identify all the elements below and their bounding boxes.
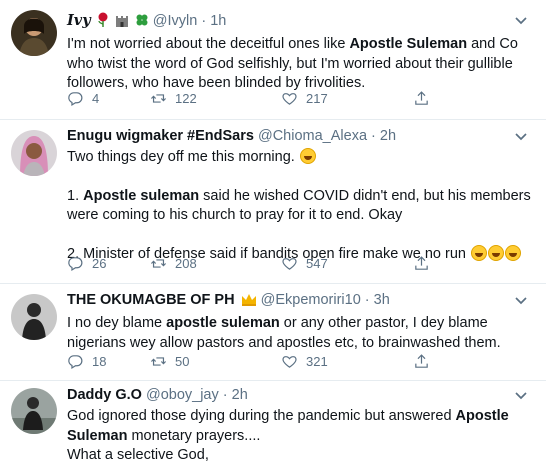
reply-button[interactable]: 18 bbox=[67, 353, 150, 370]
like-button[interactable]: 217 bbox=[281, 90, 413, 107]
highlighted-keyword: Apostle Suleman bbox=[349, 36, 468, 52]
highlighted-keyword: apostle suleman bbox=[166, 315, 280, 331]
separator-dot: · bbox=[364, 292, 370, 308]
like-button[interactable]: 547 bbox=[281, 255, 413, 272]
handle[interactable]: @oboy_jay bbox=[146, 387, 219, 403]
reply-count: 18 bbox=[92, 353, 107, 369]
like-count: 321 bbox=[306, 353, 328, 369]
avatar[interactable] bbox=[11, 294, 57, 340]
highlighted-keyword: Apostle suleman bbox=[83, 187, 200, 204]
tweet-text-run: Two things dey off me this morning. bbox=[67, 149, 299, 165]
tweet-paragraph: God ignored those dying during the pande… bbox=[67, 407, 536, 466]
more-icon[interactable] bbox=[510, 292, 532, 308]
share-button[interactable] bbox=[413, 353, 438, 370]
retweet-button[interactable]: 122 bbox=[150, 90, 281, 107]
reply-button[interactable]: 4 bbox=[67, 90, 150, 107]
share-icon bbox=[415, 255, 428, 270]
separator-dot: · bbox=[371, 128, 376, 144]
display-name[interactable]: Ivy bbox=[67, 12, 91, 29]
tweet-paragraph: Two things dey off me this morning. bbox=[67, 148, 536, 168]
reply-button[interactable]: 26 bbox=[67, 255, 150, 272]
retweet-icon bbox=[150, 356, 167, 366]
tweet-actions: 26 208 547 bbox=[67, 253, 536, 273]
retweet-count: 50 bbox=[175, 353, 190, 369]
rose-emoji bbox=[97, 12, 109, 33]
share-button[interactable] bbox=[413, 255, 438, 272]
share-icon bbox=[415, 353, 428, 368]
retweet-button[interactable]: 50 bbox=[150, 353, 281, 370]
timestamp[interactable]: 3h bbox=[374, 292, 390, 308]
tweet-text-run: I'm not worried about the deceitful ones… bbox=[67, 36, 350, 52]
handle[interactable]: @Ekpemoriri10 bbox=[261, 292, 361, 308]
tweet-text: I'm not worried about the deceitful ones… bbox=[67, 35, 536, 94]
retweet-icon bbox=[150, 258, 167, 268]
timestamp[interactable]: 2h bbox=[380, 128, 396, 144]
more-icon[interactable] bbox=[510, 128, 532, 144]
tweet-text: God ignored those dying during the pande… bbox=[67, 407, 536, 466]
like-count: 217 bbox=[306, 90, 328, 106]
like-icon bbox=[282, 257, 297, 270]
like-count: 547 bbox=[306, 255, 328, 271]
share-button[interactable] bbox=[413, 90, 438, 107]
reply-icon bbox=[68, 256, 83, 271]
crown-emoji bbox=[241, 293, 257, 312]
share-icon bbox=[415, 90, 428, 105]
tweet-text-run: I no dey blame bbox=[67, 315, 167, 331]
tweet-text: Two things dey off me this morning. 1. A… bbox=[67, 148, 536, 264]
tweet-actions: 18 50 321 bbox=[67, 351, 536, 371]
retweet-count: 208 bbox=[175, 255, 197, 271]
like-button[interactable]: 321 bbox=[281, 353, 413, 370]
laughing-emoji bbox=[299, 148, 316, 164]
tweet-text: I no dey blame apostle suleman or any ot… bbox=[67, 314, 536, 353]
castle-emoji bbox=[115, 13, 129, 33]
tweet[interactable]: Ivy @Ivyln · 1h I'm not worried about th… bbox=[0, 0, 546, 120]
reply-icon bbox=[68, 91, 83, 106]
display-name[interactable]: Enugu wigmaker #EndSars bbox=[67, 128, 254, 144]
retweet-icon bbox=[150, 93, 167, 103]
reply-icon bbox=[68, 354, 83, 369]
avatar[interactable] bbox=[11, 388, 57, 434]
tweet-text-run: 1. bbox=[67, 187, 84, 204]
tweet-actions: 4 122 217 bbox=[67, 88, 536, 108]
timestamp[interactable]: 2h bbox=[232, 387, 248, 403]
timestamp[interactable]: 1h bbox=[210, 13, 226, 29]
like-icon bbox=[282, 92, 297, 105]
display-name[interactable]: THE OKUMAGBE OF PH bbox=[67, 292, 235, 308]
more-icon[interactable] bbox=[510, 12, 532, 28]
separator-dot: · bbox=[201, 13, 207, 29]
tweet-text-run: God ignored those dying during the pande… bbox=[67, 408, 456, 424]
display-name[interactable]: Daddy G.O bbox=[67, 387, 142, 403]
tweet[interactable]: Daddy G.O @oboy_jay · 2h God ignored tho… bbox=[0, 381, 546, 469]
tweet-paragraph: 1. Apostle suleman said he wished COVID … bbox=[67, 187, 536, 226]
tweet-header: Ivy @Ivyln · 1h bbox=[67, 11, 536, 33]
separator-dot: · bbox=[222, 387, 228, 403]
tweet-header: Enugu wigmaker #EndSars @Chioma_Alexa · … bbox=[67, 127, 536, 146]
avatar[interactable] bbox=[11, 130, 57, 176]
handle[interactable]: @Ivyln bbox=[153, 13, 198, 29]
clover-emoji bbox=[135, 13, 149, 33]
tweet-paragraph: I no dey blame apostle suleman or any ot… bbox=[67, 314, 536, 353]
retweet-button[interactable]: 208 bbox=[150, 255, 281, 272]
tweet-header: THE OKUMAGBE OF PH @Ekpemoriri10 · 3h bbox=[67, 291, 536, 312]
like-icon bbox=[282, 355, 297, 368]
tweet-header: Daddy G.O @oboy_jay · 2h bbox=[67, 386, 536, 405]
avatar[interactable] bbox=[11, 10, 57, 56]
tweet[interactable]: THE OKUMAGBE OF PH @Ekpemoriri10 · 3h I … bbox=[0, 284, 546, 381]
handle[interactable]: @Chioma_Alexa bbox=[258, 128, 367, 144]
tweet[interactable]: Enugu wigmaker #EndSars @Chioma_Alexa · … bbox=[0, 120, 546, 284]
reply-count: 4 bbox=[92, 90, 100, 106]
tweet-paragraph: I'm not worried about the deceitful ones… bbox=[67, 35, 536, 94]
reply-count: 26 bbox=[92, 255, 107, 271]
more-icon[interactable] bbox=[510, 387, 532, 403]
retweet-count: 122 bbox=[175, 90, 197, 106]
